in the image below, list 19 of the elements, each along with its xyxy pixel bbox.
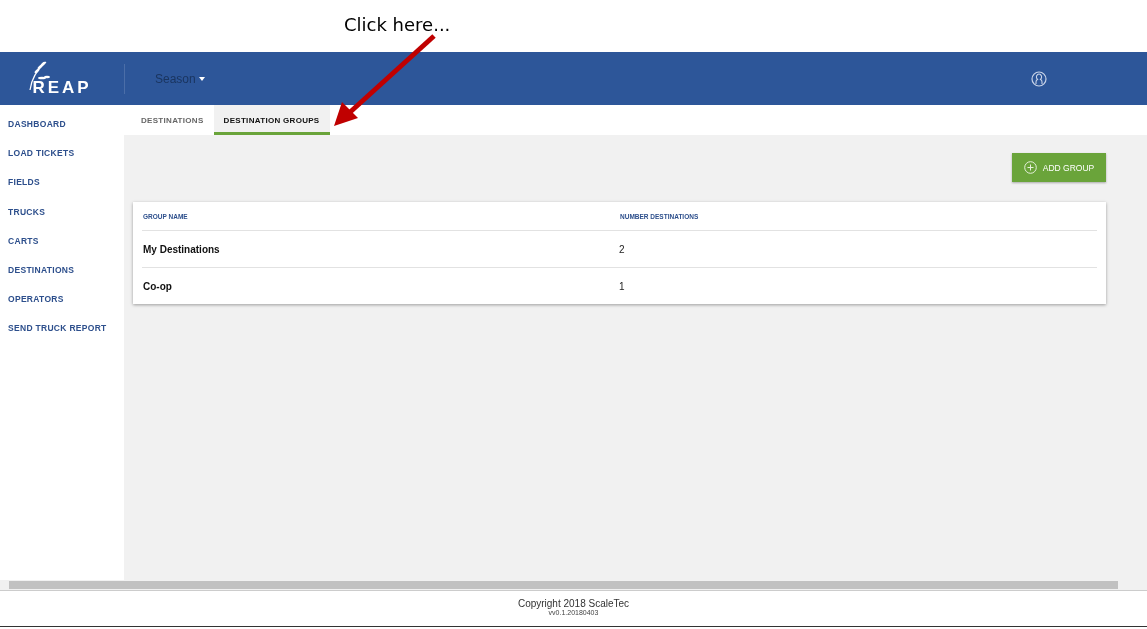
sidebar-item[interactable]: TRUCKS <box>8 206 46 217</box>
user-icon[interactable] <box>1031 70 1047 87</box>
sidebar-item[interactable]: LOAD TICKETS <box>8 148 75 159</box>
logo-text: REAP <box>32 77 92 98</box>
annotation-text: Click here... <box>344 14 451 35</box>
table-cell-text: My Destinations <box>142 243 221 255</box>
tab[interactable]: DESTINATIONS <box>131 105 214 135</box>
plus-circle-icon <box>1023 161 1037 174</box>
sidebar-item[interactable]: OPERATORS <box>8 294 64 305</box>
copyright-text: Copyright 2018 ScaleTec <box>517 598 630 609</box>
tab[interactable]: DESTINATION GROUPS <box>213 105 330 135</box>
table-cell-text: 2 <box>619 243 626 255</box>
sidebar-item[interactable]: FIELDS <box>8 177 41 188</box>
sidebar-item[interactable]: SEND TRUCK REPORT <box>8 323 107 334</box>
table-cell-text: Co-op <box>142 280 173 292</box>
table-cell-text: 1 <box>619 280 626 292</box>
sidebar-item[interactable]: CARTS <box>8 235 39 246</box>
sidebar-item[interactable]: DASHBOARD <box>8 119 66 129</box>
sidebar-item[interactable]: DESTINATIONS <box>8 264 75 275</box>
